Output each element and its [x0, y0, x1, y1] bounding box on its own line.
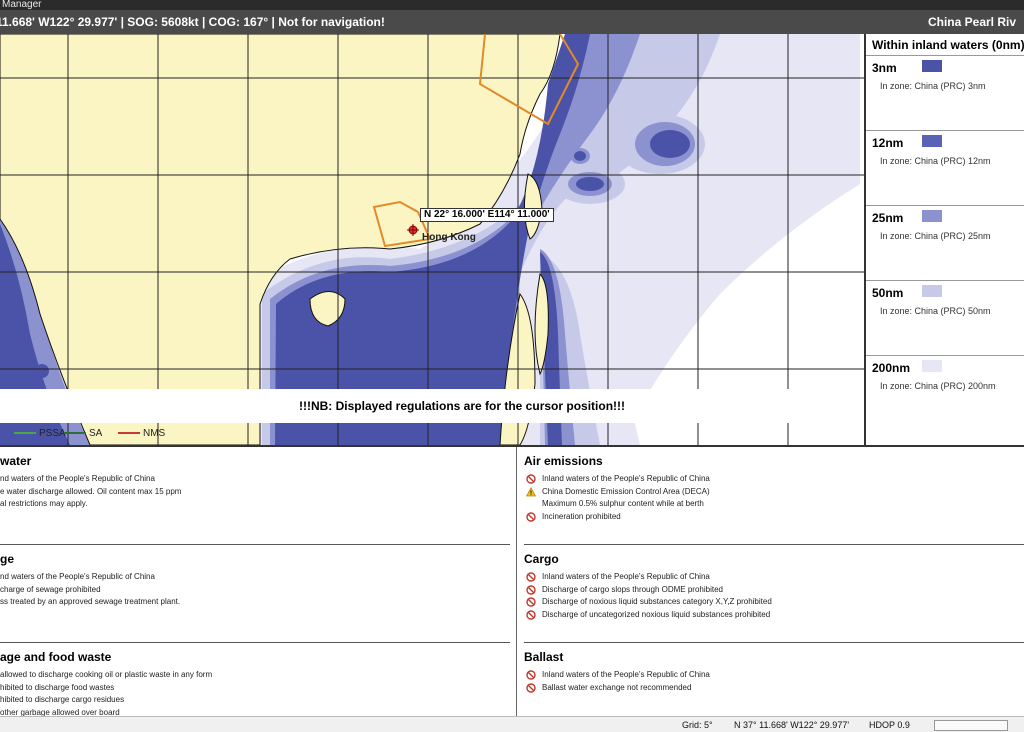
- regulations-notice-banner: !!!NB: Displayed regulations are for the…: [0, 389, 864, 423]
- pssa-line-icon: [14, 432, 36, 435]
- regulations-divider: [516, 447, 517, 716]
- zone-color-swatch: [922, 360, 942, 372]
- reg-title: Air emissions: [524, 454, 603, 468]
- reg-item: hibited to discharge cargo residues: [0, 695, 125, 704]
- reg-item: allowed to discharge cooking oil or plas…: [0, 670, 213, 679]
- nms-line-icon: [118, 432, 140, 435]
- cursor-coordinate-label: N 22° 16.000' E114° 11.000': [420, 208, 554, 222]
- prohibited-icon: [526, 670, 536, 680]
- zone-color-swatch: [922, 210, 942, 222]
- position-readout: N 37° 11.668' W122° 29.977': [734, 720, 850, 730]
- reg-item: Inland waters of the People's Republic o…: [524, 473, 1024, 486]
- zone-name: 3nm: [872, 61, 897, 75]
- prohibited-icon: [526, 584, 536, 595]
- grid-size: Grid: 5°: [682, 720, 713, 730]
- reg-item: nd waters of the People's Republic of Ch…: [0, 474, 155, 483]
- reg-item: ss treated by an approved sewage treatme…: [0, 597, 181, 606]
- zone-description: In zone: China (PRC) 200nm: [880, 381, 996, 391]
- bottom-status-bar: Grid: 5° N 37° 11.668' W122° 29.977' HDO…: [0, 716, 1024, 732]
- zones-panel: Within inland waters (0nm) of China (PRC…: [864, 34, 1024, 445]
- reg-air-emissions: Air emissions Inland waters of the Peopl…: [524, 447, 1024, 545]
- status-field-box: [934, 720, 1008, 731]
- reg-item: Discharge of cargo slops through ODME pr…: [524, 584, 1024, 597]
- nav-readout: 11.668' W122° 29.977' | SOG: 5608kt | CO…: [0, 15, 385, 29]
- prohibited-icon: [526, 609, 536, 620]
- zone-color-swatch: [922, 285, 942, 297]
- reg-title: Ballast: [524, 650, 564, 664]
- reg-item: charge of sewage prohibited: [0, 584, 101, 594]
- reg-item: China Domestic Emission Control Area (DE…: [524, 486, 1024, 499]
- zone-color-swatch: [922, 60, 942, 72]
- reg-item: Incineration prohibited: [524, 511, 1024, 524]
- navigation-status-bar: 11.668' W122° 29.977' | SOG: 5608kt | CO…: [0, 10, 1024, 34]
- prohibited-icon: [526, 682, 536, 693]
- reg-item: Ballast water exchange not recommended: [524, 682, 1024, 695]
- reg-title: water: [0, 454, 32, 468]
- zone-description: In zone: China (PRC) 3nm: [880, 81, 986, 91]
- legend-nms: NMS: [118, 426, 165, 442]
- hdop-readout: HDOP 0.9: [869, 720, 910, 730]
- window-title: Manager: [2, 0, 42, 10]
- prohibited-icon: [526, 474, 536, 484]
- app-window: Manager 11.668' W122° 29.977' | SOG: 560…: [0, 0, 1024, 732]
- warning-icon: [526, 486, 536, 496]
- reg-title: ge: [0, 552, 15, 566]
- zone-description: In zone: China (PRC) 25nm: [880, 231, 991, 241]
- zone-description: In zone: China (PRC) 50nm: [880, 306, 991, 316]
- zone-row-50nm: 50nm In zone: China (PRC) 50nm: [866, 281, 1024, 356]
- reg-item: Discharge of noxious liquid substances c…: [524, 596, 1024, 609]
- zone-row-3nm: 3nm In zone: China (PRC) 3nm: [866, 56, 1024, 131]
- reg-cargo: Cargo Inland waters of the People's Repu…: [524, 545, 1024, 643]
- window-titlebar[interactable]: Manager: [0, 0, 1024, 10]
- area-name: China Pearl Riv: [927, 15, 1016, 29]
- prohibited-icon: [526, 597, 536, 607]
- reg-item: e water discharge allowed. Oil content m…: [0, 486, 182, 496]
- legend-pssa: PSSA: [14, 426, 66, 442]
- zone-color-swatch: [922, 135, 942, 147]
- reg-sewage: ge nd waters of the People's Republic of…: [0, 545, 510, 643]
- reg-garbage: age and food waste allowed to discharge …: [0, 643, 510, 716]
- reg-item: al restrictions may apply.: [0, 499, 88, 508]
- reg-item: Inland waters of the People's Republic o…: [524, 571, 1024, 584]
- regulations-panel: water nd waters of the People's Republic…: [0, 445, 1024, 716]
- reg-ballast: Ballast Inland waters of the People's Re…: [524, 643, 1024, 716]
- place-label: Hong Kong: [422, 232, 476, 243]
- zone-name: 50nm: [872, 286, 904, 300]
- prohibited-icon: [526, 572, 536, 582]
- legend-sa: SA: [64, 426, 102, 442]
- reg-title: Cargo: [524, 552, 559, 566]
- zone-row-200nm: 200nm In zone: China (PRC) 200nm: [866, 356, 1024, 431]
- zones-panel-title: Within inland waters (0nm) of China (PRC…: [866, 34, 1024, 56]
- zone-name: 200nm: [872, 361, 911, 375]
- zone-row-25nm: 25nm In zone: China (PRC) 25nm: [866, 206, 1024, 281]
- reg-item: hibited to discharge food wastes: [0, 682, 115, 692]
- zone-description: In zone: China (PRC) 12nm: [880, 156, 991, 166]
- reg-title: age and food waste: [0, 650, 112, 664]
- reg-item: Discharge of uncategorized noxious liqui…: [524, 609, 1024, 622]
- reg-oily-water: water nd waters of the People's Republic…: [0, 447, 510, 545]
- sa-line-icon: [64, 432, 86, 435]
- chart-map[interactable]: N 22° 16.000' E114° 11.000' Hong Kong !!…: [0, 34, 864, 445]
- reg-item: nd waters of the People's Republic of Ch…: [0, 572, 155, 581]
- reg-item: Inland waters of the People's Republic o…: [524, 669, 1024, 682]
- zone-name: 12nm: [872, 136, 904, 150]
- reg-item: Maximum 0.5% sulphur content while at be…: [542, 499, 704, 508]
- zone-row-12nm: 12nm In zone: China (PRC) 12nm: [866, 131, 1024, 206]
- prohibited-icon: [526, 511, 536, 522]
- zone-name: 25nm: [872, 211, 904, 225]
- reg-item: other garbage allowed over board: [0, 707, 120, 717]
